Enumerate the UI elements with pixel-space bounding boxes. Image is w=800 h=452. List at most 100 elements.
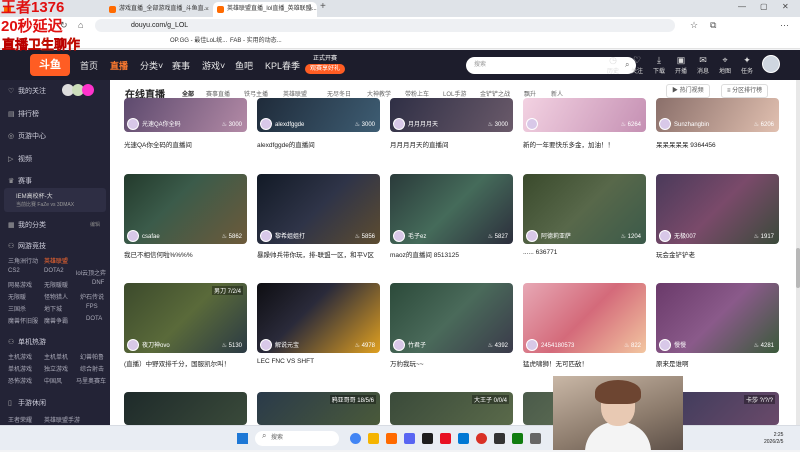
filter-tab[interactable]: 飘升 bbox=[524, 89, 536, 98]
category-link[interactable]: 恐怖游戏 bbox=[8, 376, 32, 385]
stream-title[interactable]: 月月月月天的直播间 bbox=[390, 139, 449, 149]
close-tab-icon[interactable]: × bbox=[205, 2, 209, 17]
category-link[interactable]: 马里奥赛车 bbox=[76, 376, 106, 385]
app-icon[interactable] bbox=[512, 433, 523, 444]
app-icon[interactable] bbox=[440, 433, 451, 444]
scrollbar-thumb[interactable] bbox=[796, 248, 800, 288]
app-icon[interactable] bbox=[530, 433, 541, 444]
extensions-icon[interactable]: ⧉ bbox=[710, 19, 716, 32]
category-link[interactable]: 单机游戏 bbox=[8, 364, 32, 373]
category-link[interactable]: 无限暖暖 bbox=[44, 280, 68, 289]
filter-tab[interactable]: 英雄联盟 bbox=[283, 89, 307, 98]
category-link[interactable]: 怪物猎人 bbox=[44, 292, 68, 301]
app-icon[interactable] bbox=[494, 433, 505, 444]
close-window-icon[interactable]: ✕ bbox=[782, 2, 789, 11]
category-link[interactable]: 魔兽怀旧服 bbox=[8, 316, 38, 325]
category-link[interactable]: CS2 bbox=[8, 268, 20, 274]
sidebar-section-single[interactable]: ⚇ 单机热游 bbox=[8, 337, 46, 347]
stream-card[interactable]: ♨ 6264 bbox=[523, 98, 646, 132]
stream-card[interactable]: 2454180573 ♨ 822 bbox=[523, 283, 646, 353]
filter-tab[interactable]: LOL手游 bbox=[443, 89, 466, 98]
filter-tab[interactable]: 新人 bbox=[551, 89, 563, 98]
sidebar-my-category[interactable]: ▦ 我的分类 bbox=[8, 220, 46, 230]
stream-card[interactable]: 月月月月天 ♨ 3000 bbox=[390, 98, 513, 132]
category-link[interactable]: 王者荣耀 bbox=[8, 415, 32, 424]
stream-title[interactable]: 光速QA你全码的直播间 bbox=[124, 139, 192, 149]
category-link[interactable]: 幻兽帕鲁 bbox=[80, 352, 104, 361]
stream-title[interactable]: 玩会金铲铲老 bbox=[656, 249, 695, 259]
stream-card[interactable]: alexdfggde ♨ 3000 bbox=[257, 98, 380, 132]
category-link[interactable]: DOTA bbox=[86, 316, 102, 322]
stream-card[interactable] bbox=[124, 392, 247, 425]
maximize-icon[interactable]: ▢ bbox=[760, 2, 768, 11]
stream-card[interactable]: 毛子ez ♨ 5827 bbox=[390, 174, 513, 244]
category-link[interactable]: 网易游戏 bbox=[8, 280, 32, 289]
hot-videos-button[interactable]: ▶ 热门视频 bbox=[666, 84, 710, 98]
follow-button[interactable]: ♡ 关注 bbox=[628, 55, 646, 75]
stream-title[interactable]: 暴躁帅兵带你玩，排-联盟一区，和平V区 bbox=[257, 249, 374, 259]
stream-card[interactable]: 阿德莉亚萨 ♨ 1204 bbox=[523, 174, 646, 244]
star-icon[interactable]: ☆ bbox=[690, 19, 698, 32]
category-link[interactable]: 综合射击 bbox=[80, 364, 104, 373]
stream-title[interactable]: (直播）中野双排千分，国服凯尔叫！ bbox=[124, 358, 230, 368]
broadcast-button[interactable]: ▣ 开播 bbox=[672, 55, 690, 75]
category-link[interactable]: 三角洲行动 bbox=[8, 256, 38, 265]
stream-card[interactable]: 大王子 0/0/4 bbox=[390, 392, 513, 425]
new-tab-button[interactable]: + bbox=[320, 1, 326, 12]
filter-tab[interactable]: 赛事直播 bbox=[206, 89, 230, 98]
category-link[interactable]: lol云顶之弈 bbox=[76, 268, 106, 277]
nav-category[interactable]: 分类˅ bbox=[140, 59, 163, 72]
tasks-button[interactable]: ✦ 任务 bbox=[738, 55, 756, 75]
message-button[interactable]: ✉ 消息 bbox=[694, 55, 712, 75]
nav-events[interactable]: 赛事 bbox=[172, 59, 190, 72]
category-link[interactable]: 无限暖 bbox=[8, 292, 26, 301]
sidebar-item-rank[interactable]: ▤ 排行榜 bbox=[8, 109, 39, 119]
promo-badge[interactable]: 正式开赛 观赛享好礼 bbox=[305, 54, 345, 76]
app-icon[interactable] bbox=[458, 433, 469, 444]
nav-live[interactable]: 直播 bbox=[110, 59, 128, 72]
bookmark-item[interactable]: OP.GG - 最佳LoL统... bbox=[170, 36, 227, 47]
stream-card[interactable]: 鸦亚哥哥 18/5/6 bbox=[257, 392, 380, 425]
stream-title[interactable]: 新的一年要快乐多金，加油！！ bbox=[523, 139, 614, 149]
stream-card[interactable]: 慢慢 ♨ 4281 bbox=[656, 283, 779, 353]
filter-tab[interactable]: 大神教学 bbox=[367, 89, 391, 98]
user-avatar[interactable] bbox=[762, 55, 780, 73]
app-icon[interactable] bbox=[404, 433, 415, 444]
app-icon[interactable] bbox=[476, 433, 487, 444]
category-link[interactable]: 三国杀 bbox=[8, 304, 26, 313]
bookmark-item[interactable]: FAB - 实用的动态... bbox=[230, 36, 282, 47]
download-button[interactable]: ⤓ 下载 bbox=[650, 55, 668, 75]
followed-avatar[interactable] bbox=[82, 84, 94, 96]
category-link[interactable]: 炉石传说 bbox=[80, 292, 104, 301]
stream-card[interactable]: 光速QA你全码 ♨ 3000 bbox=[124, 98, 247, 132]
stream-card[interactable]: csafae ♨ 5862 bbox=[124, 174, 247, 244]
stream-title[interactable]: alexdfggde的直播间 bbox=[257, 139, 315, 149]
nav-fishbar[interactable]: 鱼吧 bbox=[235, 59, 253, 72]
douyu-logo[interactable]: 斗鱼 bbox=[30, 54, 70, 76]
filter-tab[interactable]: 铁弓主播 bbox=[244, 89, 268, 98]
edit-category-link[interactable]: 编辑 bbox=[90, 221, 100, 228]
category-link[interactable]: DOTA2 bbox=[44, 268, 64, 274]
system-clock[interactable]: 2:25 2026/2/5 bbox=[764, 432, 783, 446]
category-link[interactable]: 主机单机 bbox=[44, 352, 68, 361]
location-button[interactable]: ⌖ 地图 bbox=[716, 55, 734, 75]
sidebar-section-net[interactable]: ⚇ 网游竞技 bbox=[8, 241, 46, 251]
nav-kpl[interactable]: KPL春季 bbox=[265, 59, 300, 72]
sidebar-item-video[interactable]: ▷ 视频 bbox=[8, 154, 32, 164]
category-link[interactable]: 中国风 bbox=[44, 376, 62, 385]
category-link[interactable]: 地下城 bbox=[44, 304, 62, 313]
category-link[interactable]: 主机游戏 bbox=[8, 352, 32, 361]
stream-card[interactable]: 解说元宝 ♨ 4978 bbox=[257, 283, 380, 353]
stream-title[interactable]: 原来是谁啊 bbox=[656, 358, 689, 368]
sidebar-section-mobile[interactable]: ▯ 手游休闲 bbox=[8, 398, 46, 408]
chrome-icon[interactable] bbox=[350, 433, 361, 444]
browser-tab-active[interactable]: 英雄联盟直播_lol直播_英雄联盟... × bbox=[213, 2, 317, 17]
menu-icon[interactable]: ⋯ bbox=[780, 19, 789, 32]
sidebar-item-game-center[interactable]: ◎ 页游中心 bbox=[8, 131, 46, 141]
category-link[interactable]: 魔兽争霸 bbox=[44, 316, 68, 325]
filter-tab[interactable]: 全部 bbox=[182, 89, 194, 98]
stream-card[interactable]: 黎希姐姐打 ♨ 5856 bbox=[257, 174, 380, 244]
history-button[interactable]: ◷ 历史 bbox=[604, 55, 622, 75]
nav-games[interactable]: 游戏˅ bbox=[202, 59, 225, 72]
douyu-app-icon[interactable] bbox=[386, 433, 397, 444]
